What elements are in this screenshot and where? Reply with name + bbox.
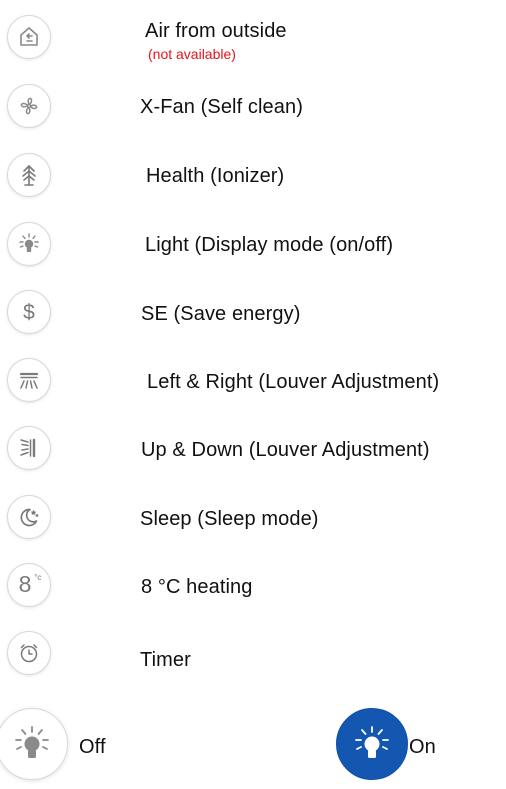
dollar-icon: $ (23, 300, 35, 324)
light-button[interactable] (7, 222, 51, 266)
timer-button[interactable] (7, 631, 51, 675)
tree-icon (16, 162, 42, 188)
save-energy-button[interactable]: $ (7, 290, 51, 334)
eight-degrees-icon: 8 °c (18, 571, 42, 597)
feature-label: Air from outside (145, 20, 287, 42)
light-off-label: Off (79, 736, 106, 758)
feature-label: Light (Display mode (on/off) (145, 234, 394, 256)
air-from-outside-button[interactable] (7, 15, 51, 59)
house-arrow-icon (16, 24, 42, 50)
fan-icon (16, 93, 42, 119)
feature-label: 8 °C heating (141, 576, 253, 598)
feature-label: Left & Right (Louver Adjustment) (147, 371, 440, 393)
light-bulb-off-icon (9, 721, 55, 767)
health-button[interactable] (7, 153, 51, 197)
moon-stars-icon (16, 504, 42, 530)
sleep-button[interactable] (7, 495, 51, 539)
light-bulb-on-icon (349, 721, 395, 767)
light-bulb-icon (16, 231, 42, 257)
degree-celsius-glyph: °c (34, 573, 42, 582)
light-on-button[interactable] (336, 708, 408, 780)
eight-degree-heating-button[interactable]: 8 °c (7, 563, 51, 607)
light-off-button[interactable] (0, 708, 68, 780)
left-right-louver-button[interactable] (7, 358, 51, 402)
feature-label: Sleep (Sleep mode) (140, 508, 319, 530)
availability-note: (not available) (148, 46, 236, 62)
feature-label: SE (Save energy) (141, 303, 301, 325)
feature-label: X-Fan (Self clean) (140, 96, 303, 118)
alarm-clock-icon (16, 640, 42, 666)
feature-label: Health (Ionizer) (146, 165, 285, 187)
eight-glyph: 8 (18, 571, 32, 597)
light-on-label: On (409, 736, 436, 758)
louver-left-right-icon (16, 367, 42, 393)
feature-label: Up & Down (Louver Adjustment) (141, 439, 430, 461)
x-fan-button[interactable] (7, 84, 51, 128)
feature-label: Timer (140, 649, 191, 671)
up-down-louver-button[interactable] (7, 426, 51, 470)
louver-up-down-icon (16, 435, 42, 461)
